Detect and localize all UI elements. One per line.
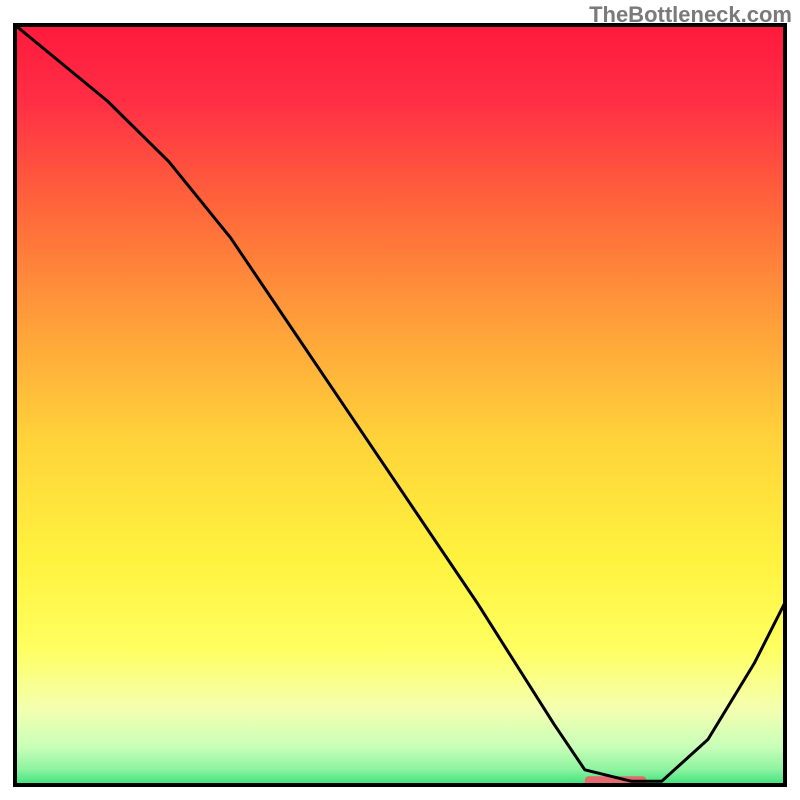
plot-background [15,25,785,785]
chart-container: TheBottleneck.com [0,0,800,800]
chart-svg [0,0,800,800]
